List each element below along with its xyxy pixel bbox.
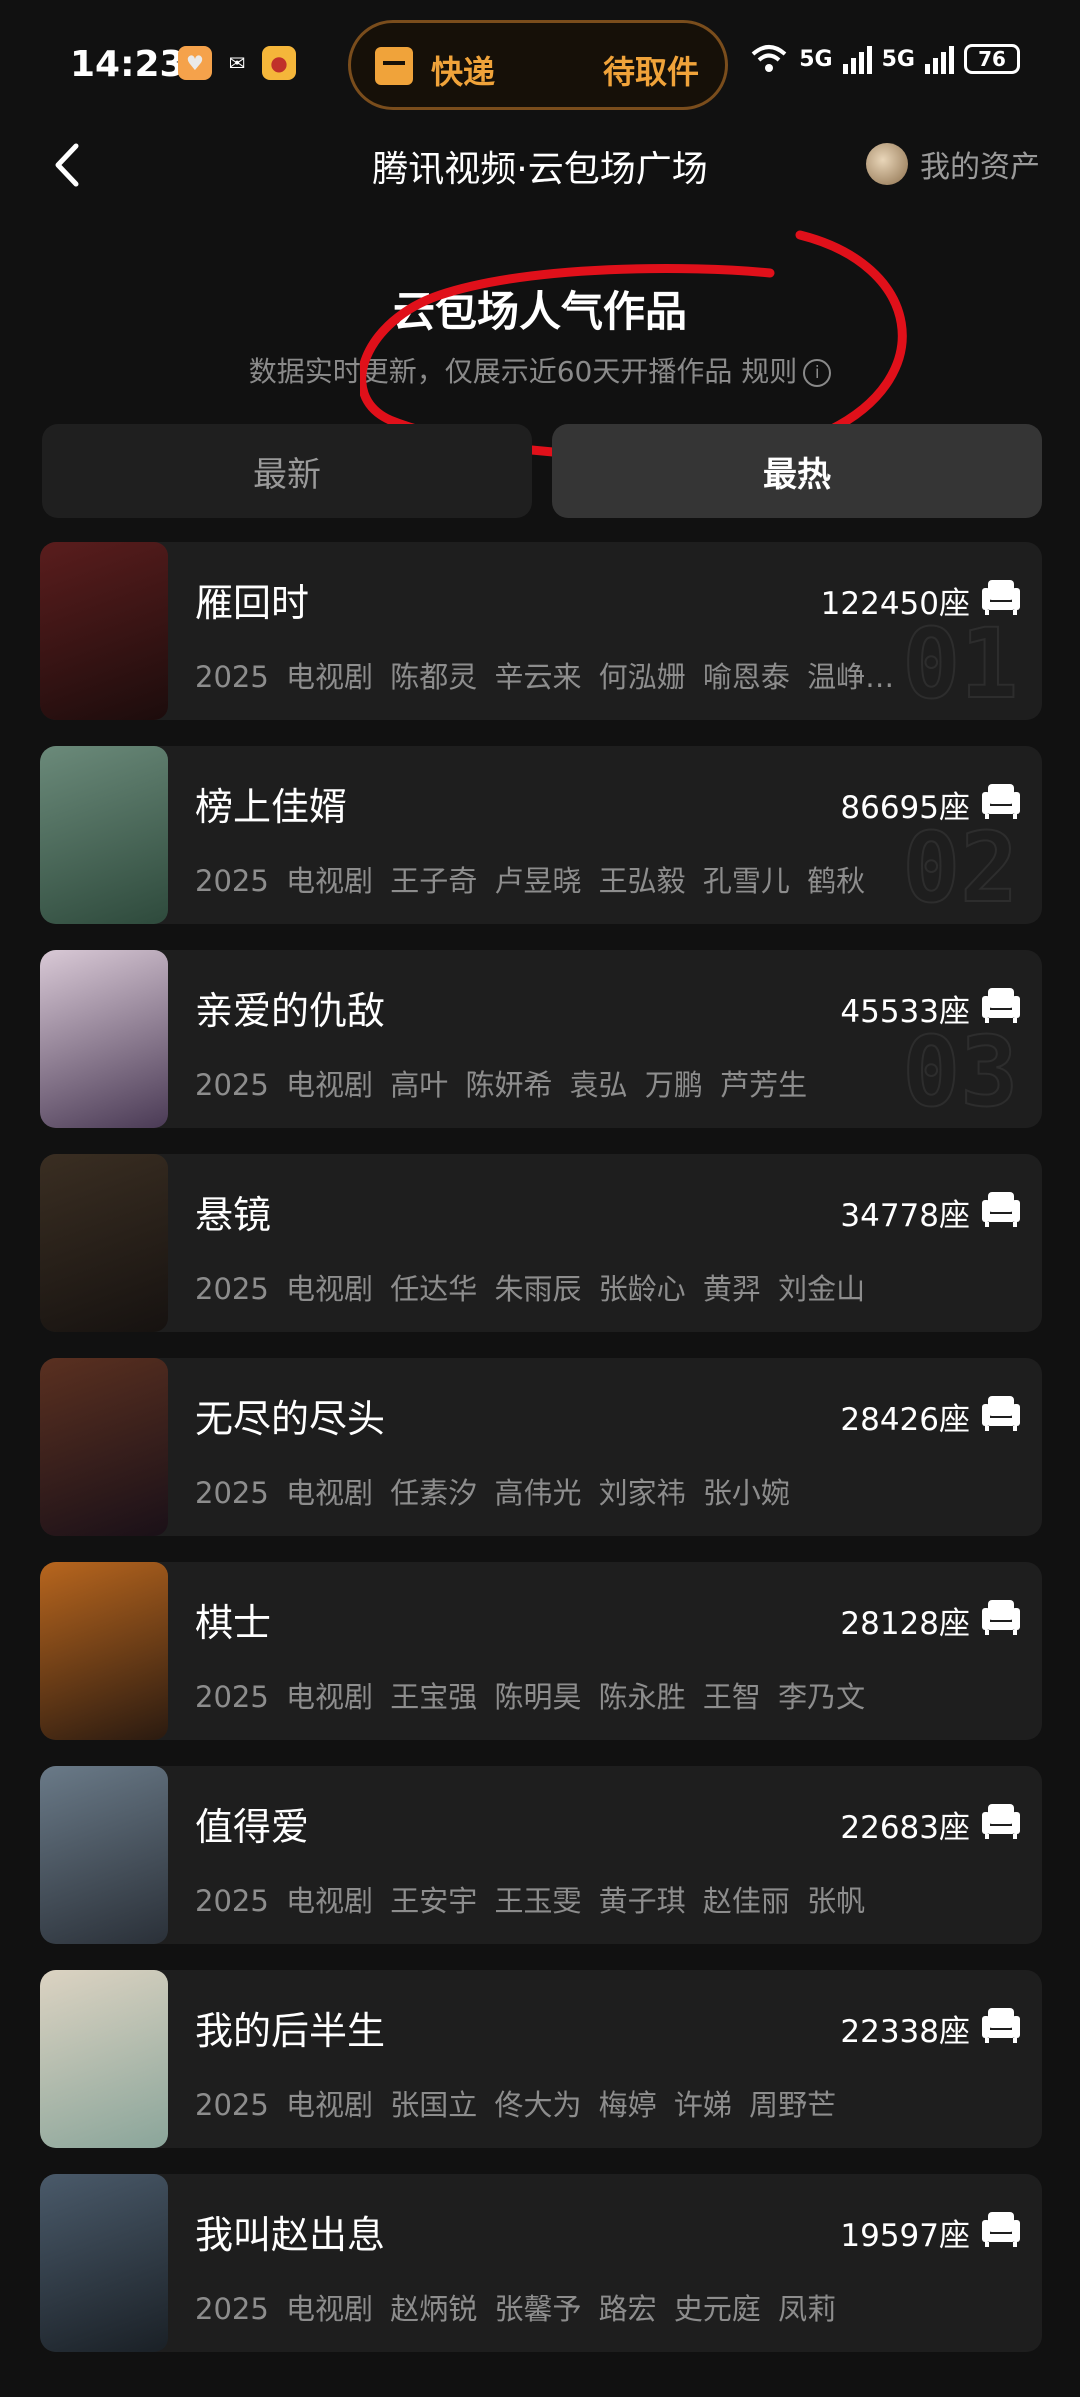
show-title: 榜上佳婿 (195, 785, 348, 829)
seat-count: 34778座 (840, 1198, 970, 1234)
list-item[interactable]: 值得爱 2025 电视剧 王安宇 王玉雯 黄子琪 赵佳丽 张帆 22683座 (40, 1766, 1042, 1944)
rank-number: 01 (901, 608, 1019, 720)
poster-image (40, 1562, 168, 1740)
show-title: 棋士 (195, 1601, 272, 1645)
battery-icon: 76 (964, 44, 1020, 74)
network-label-1: 5G (799, 46, 833, 72)
seat-count: 22683座 (840, 1810, 970, 1846)
network-label-2: 5G (881, 46, 915, 72)
poster-image (40, 2174, 168, 2352)
seat-icon (982, 2212, 1020, 2247)
section-subtitle: 数据实时更新，仅展示近60天开播作品 规则 i (0, 350, 1080, 390)
ranking-list: 雁回时 2025 电视剧 陈都灵 辛云来 何泓姗 喻恩泰 温峥… 122450座… (40, 542, 1042, 2378)
rules-link[interactable]: 规则 i (741, 355, 832, 388)
package-icon (375, 47, 413, 85)
status-indicators: 5G 5G 76 (749, 44, 1020, 74)
wechat-icon: ✉ (228, 51, 246, 75)
seat-count: 28426座 (840, 1402, 970, 1438)
show-meta: 2025 电视剧 陈都灵 辛云来 何泓姗 喻恩泰 温峥… (195, 660, 895, 694)
seat-icon (982, 1600, 1020, 1635)
subtitle-text: 数据实时更新，仅展示近60天开播作品 (248, 355, 733, 388)
list-item[interactable]: 我的后半生 2025 电视剧 张国立 佟大为 梅婷 许娣 周野芒 22338座 (40, 1970, 1042, 2148)
page: 14:23 ♥ ✉ ● 快递 待取件 5G 5G 76 腾讯视频·云包场广场 我… (0, 0, 1080, 2397)
list-item[interactable]: 悬镜 2025 电视剧 任达华 朱雨辰 张龄心 黄羿 刘金山 34778座 (40, 1154, 1042, 1332)
show-title: 亲爱的仇敌 (195, 989, 386, 1033)
show-meta: 2025 电视剧 任素汐 高伟光 刘家祎 张小婉 (195, 1476, 790, 1510)
show-title: 无尽的尽头 (195, 1397, 386, 1441)
wifi-icon (751, 45, 787, 72)
my-assets-button[interactable]: 我的资产 (866, 142, 1040, 186)
poster-image (40, 1970, 168, 2148)
show-title: 我叫赵出息 (195, 2213, 386, 2257)
poster-image (40, 1358, 168, 1536)
seat-icon (982, 1396, 1020, 1431)
show-meta: 2025 电视剧 张国立 佟大为 梅婷 许娣 周野芒 (195, 2088, 837, 2122)
seat-count: 22338座 (840, 2014, 970, 2050)
poster-image (40, 1154, 168, 1332)
seat-count: 28128座 (840, 1606, 970, 1642)
signal-icon-1 (842, 44, 872, 74)
poster-image (40, 746, 168, 924)
list-item[interactable]: 榜上佳婿 2025 电视剧 王子奇 卢昱晓 王弘毅 孔雪儿 鹤秋 86695座 … (40, 746, 1042, 924)
delivery-label: 快递 (431, 53, 496, 91)
poster-image (40, 1766, 168, 1944)
info-icon: i (803, 359, 832, 387)
show-title: 雁回时 (195, 581, 310, 625)
status-time: 14:23 (70, 44, 185, 85)
avatar (866, 143, 908, 185)
my-assets-label: 我的资产 (920, 150, 1040, 185)
rank-number: 02 (901, 812, 1019, 924)
tab-hot[interactable]: 最热 (552, 424, 1042, 518)
list-item[interactable]: 我叫赵出息 2025 电视剧 赵炳锐 张馨予 路宏 史元庭 凤莉 19597座 (40, 2174, 1042, 2352)
seat-count: 19597座 (840, 2218, 970, 2254)
rank-number: 03 (901, 1016, 1019, 1128)
poster-image (40, 950, 168, 1128)
signal-icon-2 (925, 44, 954, 74)
section-title: 云包场人气作品 (392, 287, 687, 336)
list-item[interactable]: 雁回时 2025 电视剧 陈都灵 辛云来 何泓姗 喻恩泰 温峥… 122450座… (40, 542, 1042, 720)
show-meta: 2025 电视剧 王子奇 卢昱晓 王弘毅 孔雪儿 鹤秋 (195, 864, 866, 898)
pickup-label: 待取件 (602, 53, 699, 91)
show-meta: 2025 电视剧 王宝强 陈明昊 陈永胜 王智 李乃文 (195, 1680, 866, 1714)
list-item[interactable]: 棋士 2025 电视剧 王宝强 陈明昊 陈永胜 王智 李乃文 28128座 (40, 1562, 1042, 1740)
seat-icon (982, 2008, 1020, 2043)
battery-level: 76 (978, 47, 1006, 71)
weibo-icon: ● (262, 46, 296, 80)
show-meta: 2025 电视剧 任达华 朱雨辰 张龄心 黄羿 刘金山 (195, 1272, 866, 1306)
show-title: 值得爱 (195, 1805, 310, 1849)
show-meta: 2025 电视剧 王安宇 王玉雯 黄子琪 赵佳丽 张帆 (195, 1884, 866, 1918)
show-meta: 2025 电视剧 高叶 陈妍希 袁弘 万鹏 芦芳生 (195, 1068, 808, 1102)
list-item[interactable]: 亲爱的仇敌 2025 电视剧 高叶 陈妍希 袁弘 万鹏 芦芳生 45533座 0… (40, 950, 1042, 1128)
list-item[interactable]: 无尽的尽头 2025 电视剧 任素汐 高伟光 刘家祎 张小婉 28426座 (40, 1358, 1042, 1536)
tab-latest[interactable]: 最新 (42, 424, 532, 518)
show-meta: 2025 电视剧 赵炳锐 张馨予 路宏 史元庭 凤莉 (195, 2292, 837, 2326)
show-title: 我的后半生 (195, 2009, 386, 2053)
app-heart-icon: ♥ (178, 46, 212, 80)
poster-image (40, 542, 168, 720)
show-title: 悬镜 (195, 1193, 272, 1237)
status-bar: 14:23 ♥ ✉ ● 快递 待取件 5G 5G 76 (0, 0, 1080, 130)
seat-icon (982, 1804, 1020, 1839)
rules-label: 规则 (741, 355, 798, 388)
seat-icon (982, 1192, 1020, 1227)
delivery-notification[interactable]: 快递 待取件 (348, 20, 728, 110)
